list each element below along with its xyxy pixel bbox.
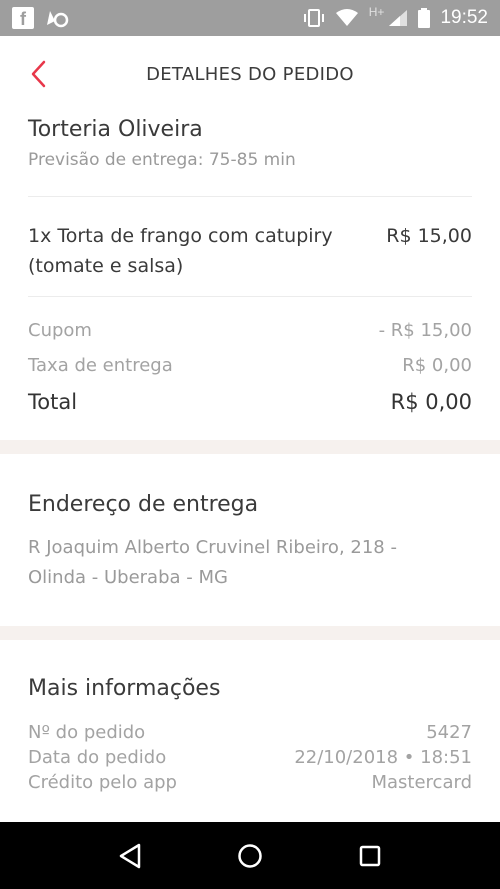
order-date-row: Data do pedido 22/10/2018 • 18:51 (28, 745, 472, 770)
item-name: 1x Torta de frango com catupiry (tomate … (28, 225, 333, 277)
app-notification-icon (47, 11, 69, 28)
coupon-value: - R$ 15,00 (378, 320, 472, 341)
delivery-fee-value: R$ 0,00 (402, 355, 472, 376)
signal-icon (389, 10, 408, 26)
nav-back-button[interactable] (110, 836, 150, 876)
page-header: DETALHES DO PEDIDO (0, 36, 500, 112)
circle-home-icon (238, 843, 262, 868)
section-separator (0, 440, 500, 454)
order-item: 1x Torta de frango com catupiry (tomate … (28, 221, 472, 281)
info-value: Mastercard (371, 772, 472, 793)
network-type: H+ (368, 5, 385, 19)
info-value: 5427 (426, 722, 472, 743)
status-bar-left: f (12, 7, 70, 29)
delivery-fee-label: Taxa de entrega (28, 355, 173, 376)
total-row: Total R$ 0,00 (28, 390, 472, 414)
system-nav-bar (0, 822, 500, 889)
total-value: R$ 0,00 (390, 390, 472, 414)
order-number-row: Nº do pedido 5427 (28, 720, 472, 745)
more-info-list: Nº do pedido 5427 Data do pedido 22/10/2… (28, 720, 472, 795)
wifi-icon (335, 9, 358, 26)
info-value: 22/10/2018 • 18:51 (294, 747, 472, 768)
store-name: Torteria Oliveira (28, 117, 203, 142)
address-line-2: Olinda - Uberaba - MG (28, 567, 228, 588)
battery-icon (418, 8, 431, 28)
address-line-1: R Joaquim Alberto Cruvinel Ribeiro, 218 … (28, 537, 397, 558)
page-title: DETALHES DO PEDIDO (146, 63, 354, 85)
coupon-label: Cupom (28, 320, 92, 341)
divider (28, 196, 472, 197)
facebook-icon: f (12, 7, 34, 29)
info-label: Nº do pedido (28, 722, 146, 743)
back-button[interactable] (22, 58, 54, 90)
address-title: Endereço de entrega (28, 492, 259, 517)
info-label: Data do pedido (28, 747, 167, 768)
item-price: R$ 15,00 (386, 225, 472, 247)
chevron-left-icon (31, 60, 46, 88)
section-separator (0, 626, 500, 640)
delivery-estimate: Previsão de entrega: 75-85 min (28, 150, 296, 170)
status-bar: f H+ 19:52 (0, 0, 500, 36)
total-label: Total (28, 390, 78, 414)
info-label: Crédito pelo app (28, 772, 177, 793)
square-recents-icon (359, 845, 381, 866)
nav-recents-button[interactable] (350, 836, 390, 876)
status-bar-right: H+ 19:52 (303, 5, 488, 29)
status-time: 19:52 (440, 7, 488, 28)
more-info-title: Mais informações (28, 676, 221, 701)
vibrate-icon (303, 9, 324, 27)
address-text: R Joaquim Alberto Cruvinel Ribeiro, 218 … (28, 533, 472, 593)
triangle-back-icon (119, 843, 141, 868)
coupon-row: Cupom - R$ 15,00 (28, 320, 472, 341)
payment-method-row: Crédito pelo app Mastercard (28, 770, 472, 795)
divider (28, 296, 472, 297)
nav-home-button[interactable] (230, 836, 270, 876)
delivery-fee-row: Taxa de entrega R$ 0,00 (28, 355, 472, 376)
